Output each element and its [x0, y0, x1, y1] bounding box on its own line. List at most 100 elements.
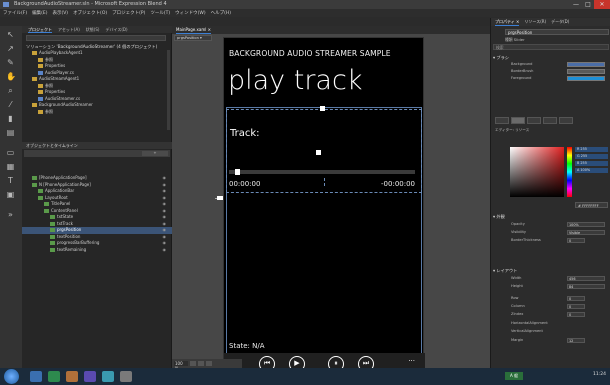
menu-edit[interactable]: 編集(E) [32, 10, 47, 16]
foreground-swatch[interactable] [567, 76, 605, 81]
menu-project[interactable]: プロジェクト(P) [112, 10, 145, 16]
rectangle-tool-icon[interactable]: ▭ [6, 148, 15, 157]
gradient-tool-icon[interactable]: ▤ [6, 128, 15, 137]
selection-tool-icon[interactable]: ↖ [6, 30, 15, 39]
close-button[interactable]: ✕ [594, 0, 610, 9]
direct-select-tool-icon[interactable]: ↗ [6, 44, 15, 53]
tab-data[interactable]: データ(D) [551, 18, 569, 26]
menu-tools[interactable]: ツール(T) [150, 10, 170, 16]
effects-toggle-icon[interactable] [206, 361, 212, 366]
tab-mainpage[interactable]: MainPage.xaml × [176, 26, 211, 34]
foreground-label[interactable]: Foreground [511, 76, 531, 80]
minimize-button[interactable]: — [570, 0, 582, 9]
vs-taskbar-icon[interactable] [84, 371, 96, 382]
start-button[interactable] [4, 369, 19, 384]
resize-handle-top[interactable] [320, 106, 325, 111]
add-storyboard-button[interactable]: + [142, 151, 168, 156]
layout-section-header[interactable]: ▾ レイアウト [493, 268, 517, 274]
properties-search-input[interactable]: 検索 [493, 44, 609, 50]
gradient-brush-icon[interactable] [527, 117, 541, 124]
pen-tool-icon[interactable]: ✎ [6, 58, 15, 67]
green-field[interactable]: G 255 [575, 154, 608, 159]
taskbar: A 般 11:24 [0, 368, 610, 385]
object-item-label: txtState [57, 214, 74, 219]
position-slider[interactable] [229, 169, 415, 175]
resource-brush-icon[interactable] [559, 117, 573, 124]
menu-window[interactable]: ウィンドウ(W) [175, 10, 205, 16]
margin-input[interactable]: 12 [567, 338, 585, 343]
background-label[interactable]: Background [511, 62, 532, 66]
tab-assets[interactable]: アセット(A) [58, 26, 80, 33]
background-swatch[interactable] [567, 62, 605, 67]
visibility-eye-icon[interactable]: ◉ [163, 247, 167, 254]
solid-brush-icon[interactable] [511, 117, 525, 124]
blend-taskbar-icon[interactable] [102, 371, 114, 382]
borderbrush-label[interactable]: BorderBrush [511, 69, 533, 73]
menu-file[interactable]: ファイル(F) [3, 10, 27, 16]
remaining-time: -00:00:00 [381, 180, 415, 188]
zoom-level[interactable]: 100 % [174, 361, 188, 371]
color-picker-square[interactable] [510, 147, 564, 197]
opacity-input[interactable]: 100% [567, 222, 605, 227]
brush-section-header[interactable]: ▾ ブラシ [493, 55, 509, 61]
no-brush-icon[interactable] [495, 117, 509, 124]
tab-properties[interactable]: プロパティ × [495, 18, 520, 26]
snap-toggle-icon[interactable] [198, 361, 204, 366]
folder-icon [38, 64, 43, 68]
maximize-button[interactable]: □ [582, 0, 594, 9]
grid-toggle-icon[interactable] [190, 361, 196, 366]
menu-object[interactable]: オブジェクト(O) [73, 10, 107, 16]
track-label: Track: [230, 128, 260, 139]
slider-thumb[interactable] [234, 169, 240, 175]
pan-tool-icon[interactable]: ✋ [6, 72, 16, 81]
media-taskbar-icon[interactable] [48, 371, 60, 382]
text-tool-icon[interactable]: T [6, 176, 15, 185]
hue-slider[interactable] [567, 147, 572, 197]
ime-indicator[interactable]: A 般 [505, 372, 523, 380]
control-tool-icon[interactable]: ▣ [6, 190, 15, 199]
appbar-more-button[interactable]: ... [408, 355, 415, 363]
title-bar: BackgroundAudioStreamer.sln - Microsoft … [0, 0, 610, 9]
tile-brush-icon[interactable] [543, 117, 557, 124]
tab-project[interactable]: プロジェクト [28, 26, 52, 33]
element-name-input[interactable]: prgsPosition [505, 29, 609, 35]
explorer-taskbar-icon[interactable] [30, 371, 42, 382]
assets-tool-icon[interactable]: » [6, 210, 15, 219]
tab-device[interactable]: デバイス(D) [105, 26, 127, 33]
tree-item-label: 参照 [45, 82, 53, 88]
zindex-input[interactable]: 0 [567, 312, 585, 317]
height-input[interactable]: 84 [567, 284, 605, 289]
project-tree-item[interactable]: 参照 [22, 109, 172, 116]
project-search-input[interactable] [26, 35, 166, 41]
tab-resources[interactable]: リソース(R) [524, 18, 546, 26]
borderbrush-swatch[interactable] [567, 69, 605, 74]
borderthickness-input[interactable]: 0 [567, 238, 585, 243]
blue-field[interactable]: B 255 [575, 161, 608, 166]
alpha-field[interactable]: A 100% [575, 168, 608, 173]
hex-color-input[interactable]: # FFFFFFFF [575, 202, 608, 208]
zoom-tool-icon[interactable]: ⌕ [6, 86, 15, 95]
visibility-select[interactable]: Visible [567, 230, 605, 235]
breadcrumb[interactable]: prgsPosition ▾ [174, 35, 212, 41]
resize-handle-center[interactable] [316, 150, 321, 155]
clock[interactable]: 11:24 [593, 372, 606, 377]
eyedropper-tool-icon[interactable]: ⁄ [6, 100, 15, 109]
object-item-label: [PhoneApplicationPage] [39, 175, 87, 180]
tree-item-label: AudioStreamAgent1 [39, 76, 80, 81]
menu-view[interactable]: 表示(V) [52, 10, 68, 16]
object-tree-item[interactable]: textRemaining ◉ [22, 247, 172, 254]
red-field[interactable]: R 255 [575, 147, 608, 152]
folder-taskbar-icon[interactable] [66, 371, 78, 382]
object-item-label: ContentPanel [51, 207, 78, 213]
row-input[interactable]: 0 [567, 296, 585, 301]
project-scrollbar[interactable] [167, 50, 170, 130]
margin-label: Margin [511, 338, 524, 342]
column-input[interactable]: 0 [567, 304, 585, 309]
menu-help[interactable]: ヘルプ(H) [211, 10, 231, 16]
appearance-section-header[interactable]: ▾ 外観 [493, 214, 505, 220]
width-input[interactable]: 456 [567, 276, 605, 281]
grid-tool-icon[interactable]: ▦ [6, 162, 15, 171]
tab-states[interactable]: 状態(S) [86, 26, 100, 33]
brush-tool-icon[interactable]: ▮ [6, 114, 15, 123]
app-taskbar-icon[interactable] [120, 371, 132, 382]
